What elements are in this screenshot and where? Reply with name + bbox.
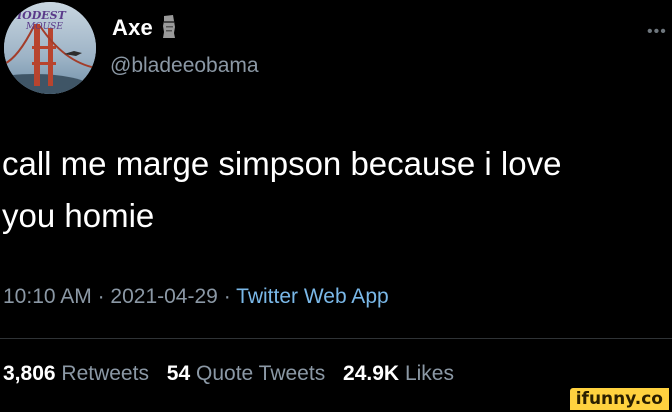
tweet-card: MODEST MOUSE Axe @bladeeobama ••• call m…	[0, 0, 672, 412]
avatar-image: MODEST MOUSE	[4, 2, 96, 94]
tweet-meta: 10:10 AM · 2021-04-29 · Twitter Web App	[3, 285, 389, 309]
tweet-source-link[interactable]: Twitter Web App	[236, 285, 389, 308]
moai-icon	[160, 13, 178, 39]
display-name[interactable]: Axe	[112, 15, 153, 41]
retweets-label: Retweets	[61, 362, 149, 385]
quote-tweets-count: 54	[166, 362, 191, 385]
tweet-stats: 3,806 Retweets 54 Quote Tweets 24.9K Lik…	[3, 362, 454, 386]
meta-separator: ·	[223, 285, 231, 308]
likes-stat[interactable]: 24.9K Likes	[343, 362, 454, 385]
meta-separator: ·	[97, 285, 105, 308]
ifunny-watermark: ifunny.co	[569, 388, 669, 410]
divider	[0, 338, 672, 339]
likes-count: 24.9K	[343, 362, 400, 385]
handle[interactable]: @bladeeobama	[110, 54, 259, 78]
likes-label: Likes	[404, 362, 454, 385]
tweet-text: call me marge simpson because i love you…	[2, 138, 652, 242]
tweet-text-line: you homie	[2, 197, 155, 234]
more-options-icon[interactable]: •••	[647, 24, 667, 40]
svg-text:MOUSE: MOUSE	[25, 22, 63, 32]
retweets-count: 3,806	[3, 362, 56, 385]
tweet-text-line: call me marge simpson because i love	[2, 145, 562, 182]
tweet-time[interactable]: 10:10 AM	[3, 285, 92, 308]
avatar[interactable]: MODEST MOUSE	[4, 2, 96, 94]
tweet-date[interactable]: 2021-04-29	[110, 285, 217, 308]
quote-tweets-label: Quote Tweets	[196, 362, 326, 385]
retweets-stat[interactable]: 3,806 Retweets	[3, 362, 149, 385]
quote-tweets-stat[interactable]: 54 Quote Tweets	[167, 362, 325, 385]
svg-text:MODEST: MODEST	[9, 9, 67, 22]
